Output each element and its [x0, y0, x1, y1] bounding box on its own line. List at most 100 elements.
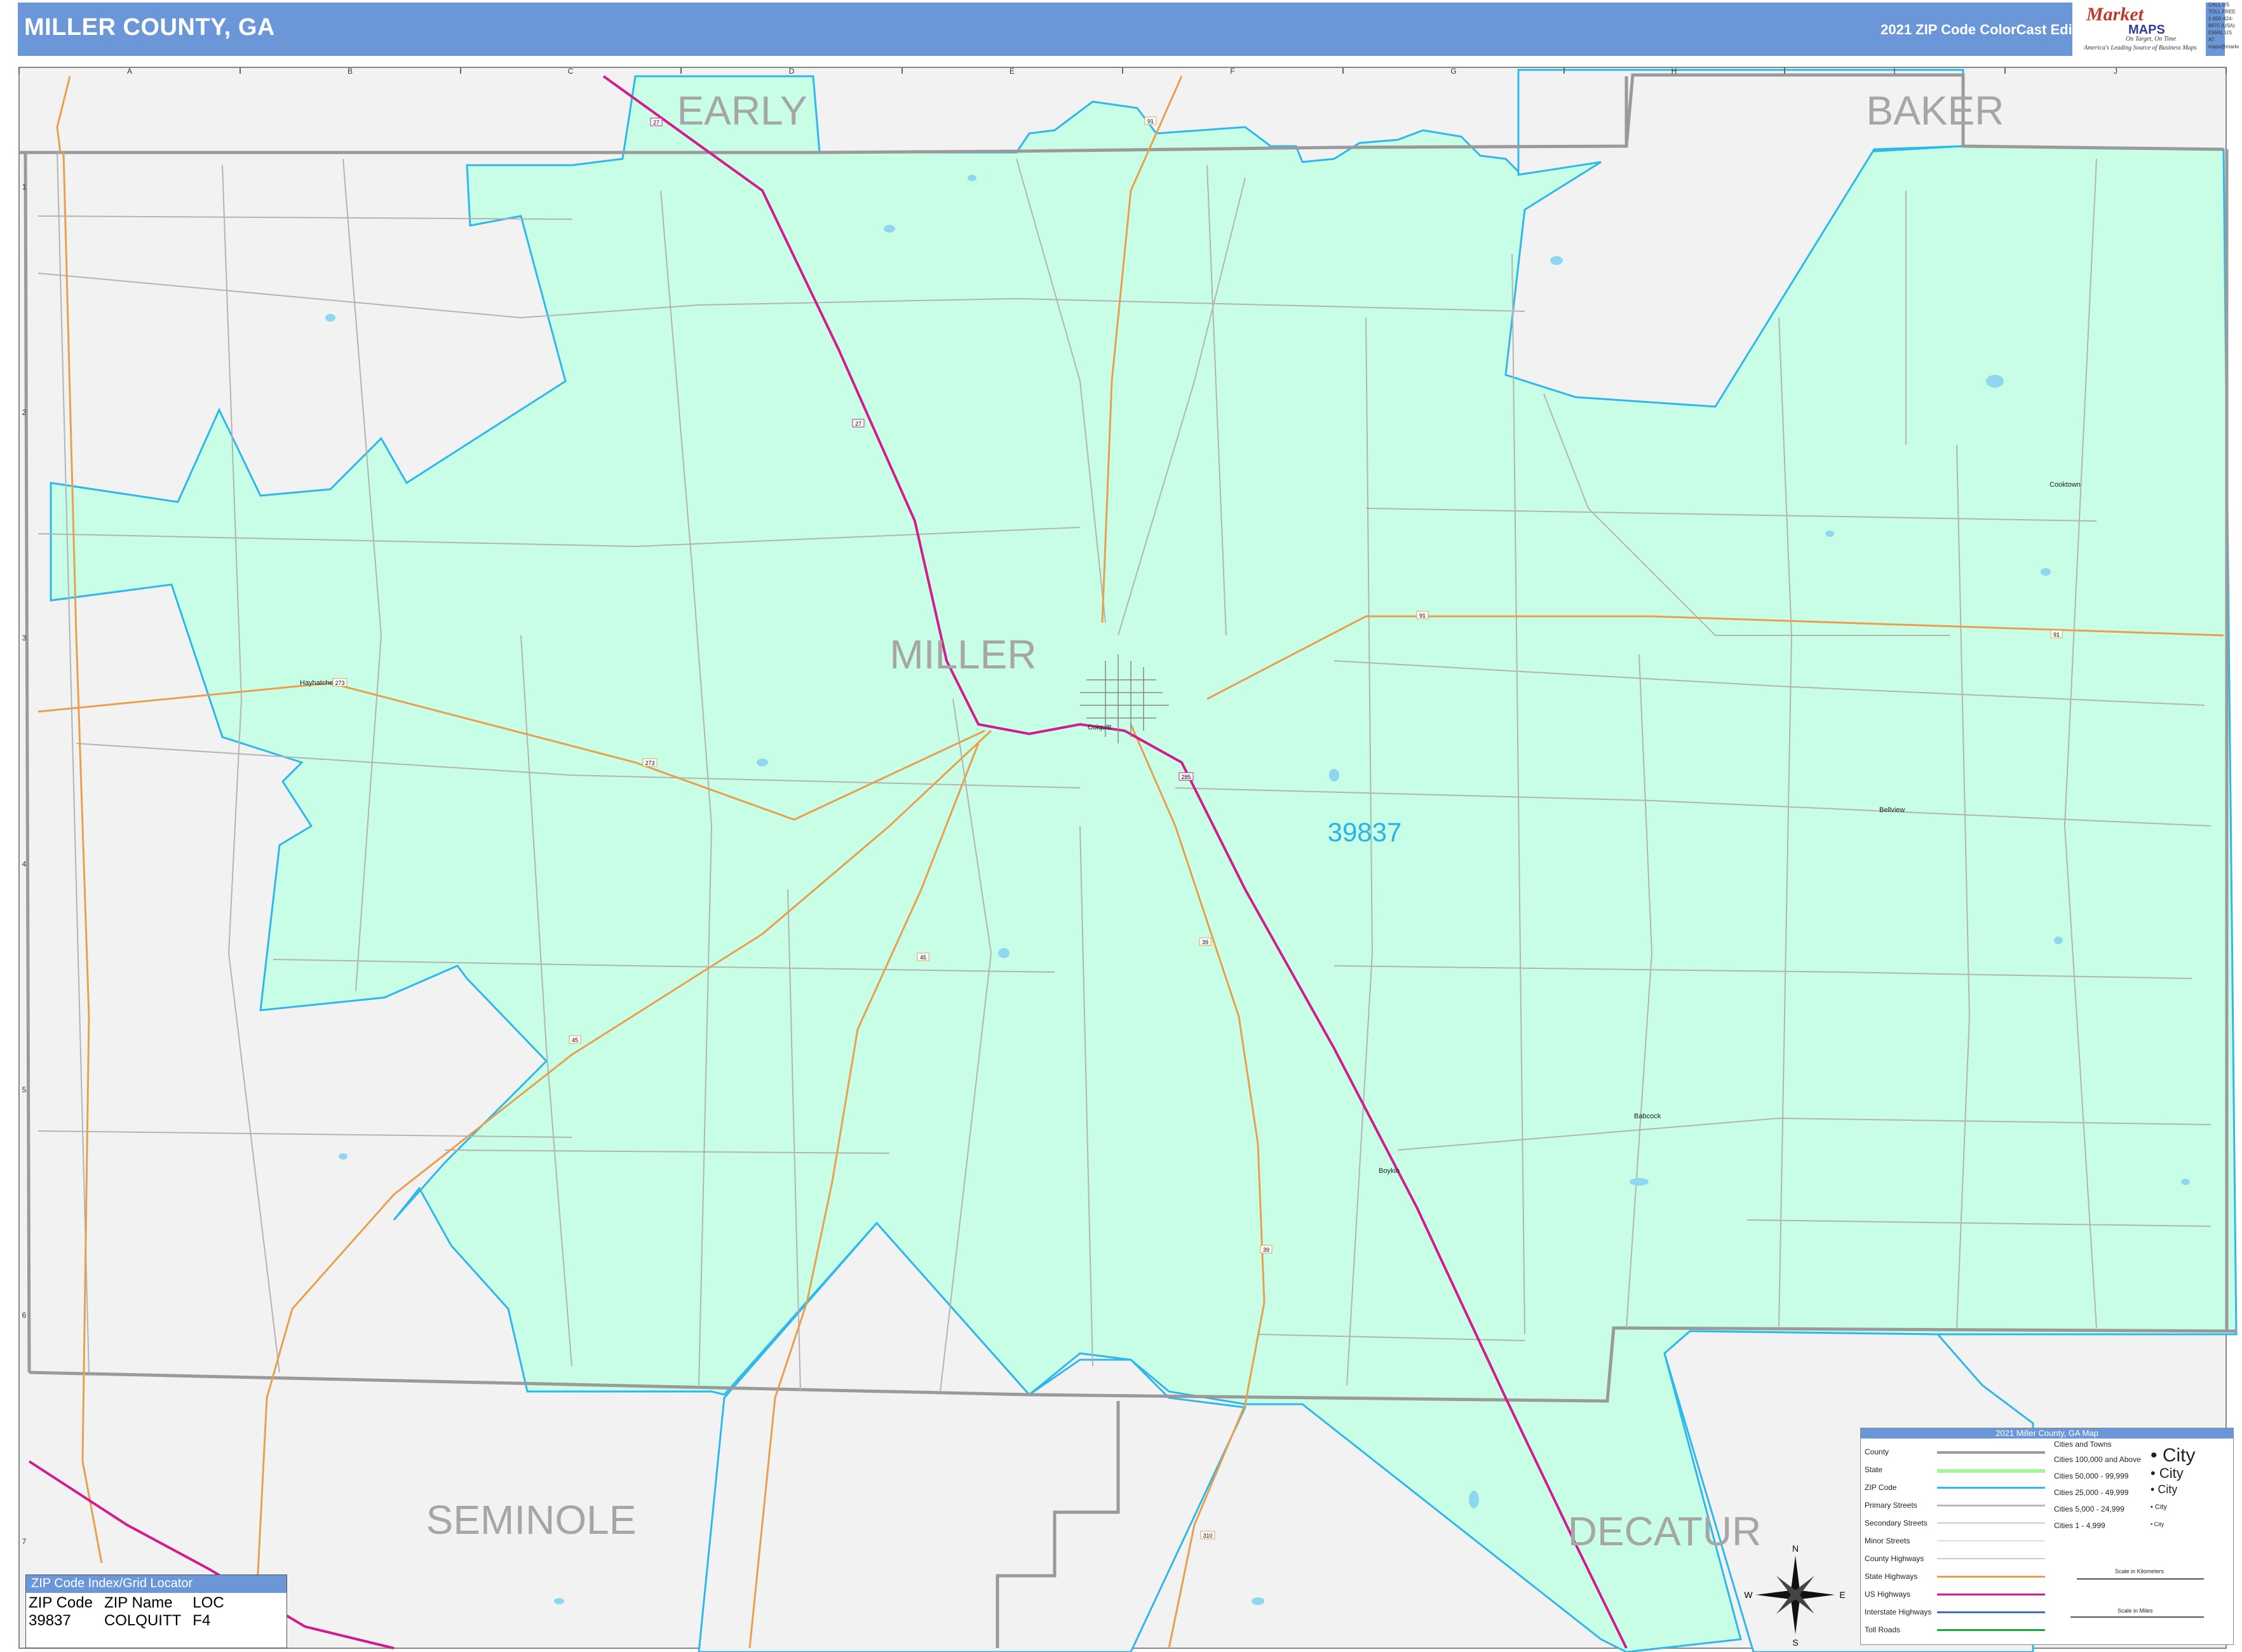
- highway-shield: 27: [650, 118, 663, 126]
- zip-index-heading: ZIP Code Index/Grid Locator: [26, 1575, 287, 1593]
- pond: [1252, 1597, 1264, 1605]
- place-label-babcock: Babcock: [1634, 1113, 1661, 1120]
- legend-city-size: Cities 50,000 - 99,999: [2054, 1472, 2129, 1480]
- pond: [1986, 375, 2004, 388]
- highway-shield: 285: [1178, 772, 1194, 781]
- legend-line-swatch: [1937, 1629, 2045, 1631]
- highway-shield: 273: [642, 758, 658, 767]
- legend-city-sample-2: • City: [2151, 1465, 2184, 1481]
- legend-city-size: Cities 25,000 - 49,999: [2054, 1488, 2129, 1497]
- place-label-cooktown: Cooktown: [2050, 481, 2081, 489]
- pond: [1630, 1178, 1649, 1186]
- map-mark: 27: [653, 119, 659, 126]
- pond: [757, 759, 768, 766]
- legend-city-size: Cities 5,000 - 24,999: [2054, 1505, 2124, 1513]
- grid-row-label: 7: [22, 1537, 27, 1546]
- legend-cities-heading: Cities and Towns: [2054, 1440, 2112, 1449]
- grid-col-label: B: [348, 67, 353, 76]
- legend-line-swatch: [1937, 1594, 2045, 1595]
- legend-scale-mi: Scale in Miles: [2117, 1608, 2153, 1614]
- place-label-bellview: Bellview: [1879, 806, 1905, 814]
- city-sample-text: City: [2154, 1503, 2167, 1511]
- zip-index-cell: F4: [192, 1612, 211, 1629]
- compass-s: S: [1792, 1637, 1798, 1648]
- legend-city-sample-5: • City: [2151, 1521, 2164, 1527]
- zip-index-cell: 39837: [29, 1612, 71, 1629]
- legend-line-swatch: [1937, 1540, 2045, 1541]
- compass-e: E: [1839, 1590, 1845, 1600]
- legend-item-county-hwy: County Highways: [1865, 1554, 1924, 1563]
- highway-shield: 91: [1416, 611, 1429, 620]
- grid-col-label: H: [1671, 67, 1677, 76]
- pond: [968, 175, 976, 181]
- map-mark: 310: [1203, 1533, 1212, 1539]
- map-mark: 39: [1263, 1247, 1269, 1253]
- map-mark: 273: [335, 680, 344, 686]
- pond: [554, 1598, 564, 1604]
- county-label-early: EARLY: [677, 88, 807, 133]
- highway-shield: 91: [2050, 630, 2063, 639]
- grid-col-label: C: [568, 67, 574, 76]
- legend-item-minor: Minor Streets: [1865, 1536, 1910, 1545]
- highway-shield: 310: [1200, 1531, 1215, 1540]
- legend-line-swatch: [1937, 1487, 2045, 1489]
- highway-shield: 273: [332, 678, 348, 687]
- legend-item-primary: Primary Streets: [1865, 1501, 1917, 1510]
- legend-city-size: Cities 100,000 and Above: [2054, 1455, 2141, 1464]
- legend-item-toll: Toll Roads: [1865, 1625, 1901, 1634]
- legend-heading: 2021 Miller County, GA Map: [1861, 1428, 2233, 1439]
- city-sample-text: City: [2162, 1445, 2196, 1466]
- pond: [1329, 769, 1339, 782]
- compass-n: N: [1792, 1543, 1799, 1554]
- highway-shield: 91: [1144, 116, 1157, 125]
- pond: [1550, 256, 1563, 265]
- pond: [2041, 568, 2051, 576]
- map-mark: 91: [1147, 118, 1154, 125]
- map-mark: 91: [1419, 613, 1426, 619]
- pond: [884, 225, 895, 233]
- grid-row-label: 6: [22, 1311, 27, 1320]
- legend-city-size: Cities 1 - 4,999: [2054, 1521, 2105, 1530]
- compass-w: W: [1744, 1590, 1753, 1600]
- pond: [339, 1153, 348, 1160]
- county-label-decatur: DECATUR: [1568, 1508, 1762, 1554]
- legend-line-swatch: [1937, 1522, 2045, 1524]
- legend-item-secondary: Secondary Streets: [1865, 1519, 1928, 1527]
- map-mark: 45: [920, 954, 926, 961]
- zip-index-cell: COLQUITT: [104, 1612, 182, 1629]
- grid-row-label: 1: [22, 182, 27, 191]
- zip-label-39837: 39837: [1328, 817, 1402, 847]
- legend-city-sample-1: • City: [2151, 1445, 2196, 1466]
- zip-index-header-row: ZIP Code ZIP Name LOC: [29, 1594, 236, 1612]
- zip-index-col: LOC: [192, 1594, 224, 1611]
- grid-col-label: E: [1010, 67, 1015, 76]
- highway-shield: 39: [1260, 1245, 1273, 1254]
- legend-line-swatch: [1937, 1611, 2045, 1613]
- grid-col-label: F: [1230, 67, 1234, 76]
- map-mark: 91: [2053, 632, 2060, 638]
- grid-row-label: 3: [22, 633, 27, 642]
- place-label-boykin: Boykin: [1379, 1167, 1400, 1175]
- place-label-hayhatchee: Hayhatchee: [300, 679, 337, 687]
- city-sample-text: City: [2154, 1521, 2164, 1527]
- grid-col-label: A: [127, 67, 132, 76]
- pond: [1469, 1491, 1479, 1508]
- legend-item-county: County: [1865, 1447, 1889, 1456]
- grid-col-label: I: [1893, 67, 1895, 76]
- map-mark: 27: [855, 421, 861, 427]
- legend-line-swatch: [2070, 1616, 2204, 1618]
- highway-shield: 45: [917, 952, 929, 961]
- place-label-colquitt: Colquitt: [1088, 724, 1111, 731]
- legend-scale-km: Scale in Kilometers: [2115, 1568, 2164, 1574]
- map-mark: 39: [1202, 939, 1208, 945]
- zip-index-box: ZIP Code Index/Grid Locator ZIP Code ZIP…: [25, 1574, 287, 1648]
- legend-item-us-hwy: US Highways: [1865, 1590, 1911, 1599]
- pond: [2181, 1179, 2190, 1185]
- county-label-miller: MILLER: [889, 632, 1036, 677]
- county-label-baker: BAKER: [1867, 88, 2004, 133]
- pond: [325, 314, 335, 322]
- map-mark: 45: [572, 1037, 578, 1043]
- zip-index-table: ZIP Code ZIP Name LOC 39837 COLQUITT F4: [29, 1594, 236, 1630]
- grid-row-label: 2: [22, 408, 27, 417]
- highway-shield: 39: [1199, 937, 1212, 946]
